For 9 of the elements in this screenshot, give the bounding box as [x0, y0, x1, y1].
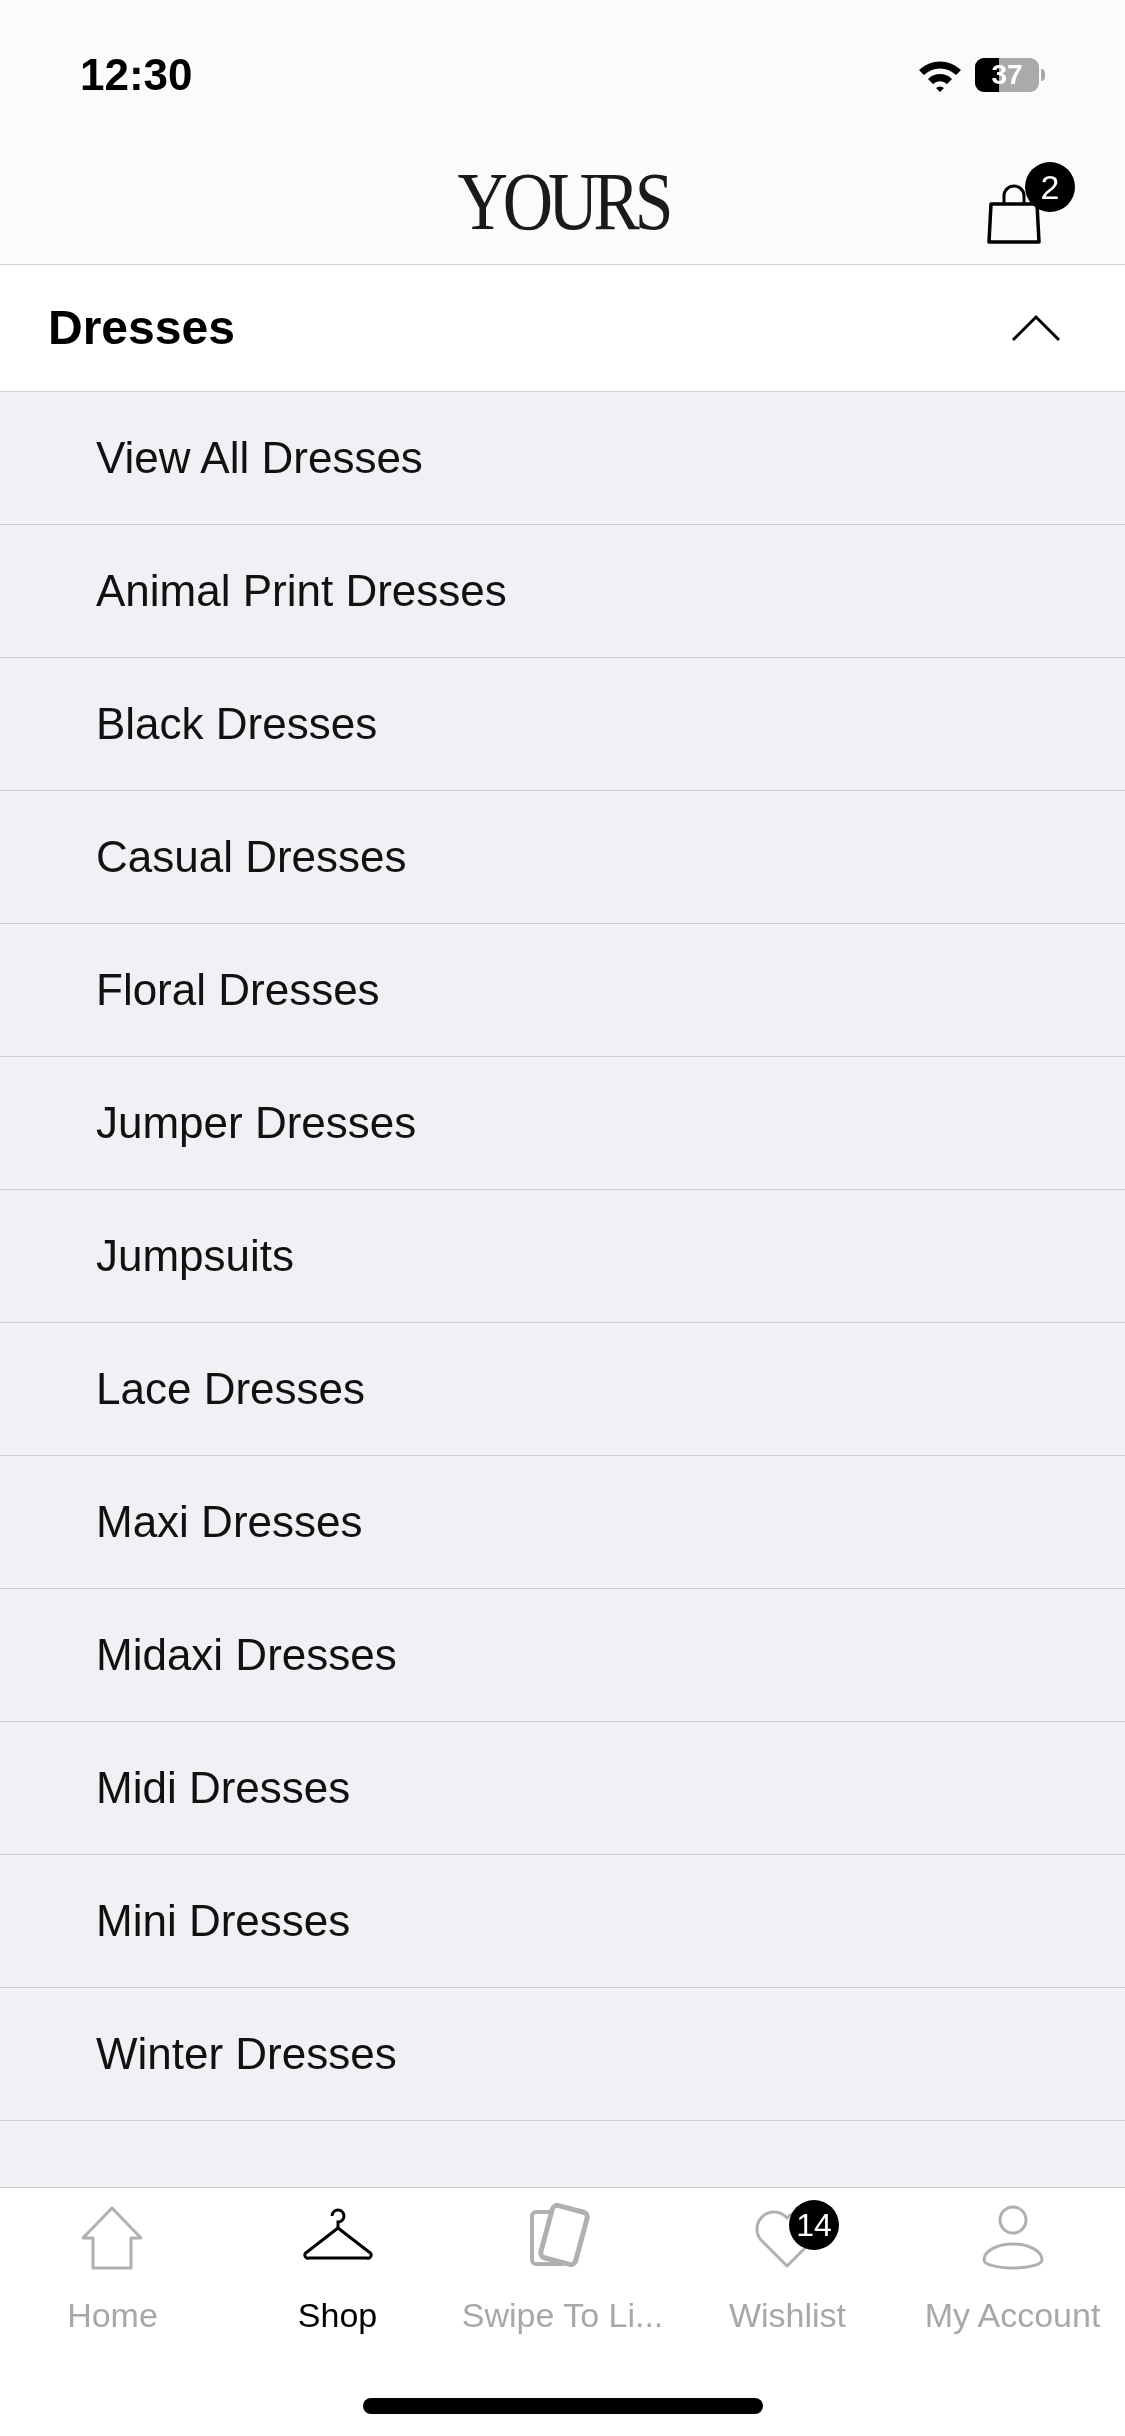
- wifi-icon: [917, 58, 963, 92]
- shopping-bag-icon[interactable]: [985, 182, 1043, 244]
- wishlist-count-badge: 14: [788, 2200, 839, 2250]
- brand-logo: YOURS: [457, 161, 668, 243]
- section-header[interactable]: Dresses: [0, 265, 1125, 392]
- status-time: 12:30: [80, 49, 193, 101]
- tab-item[interactable]: Wishlist 14: [728, 2202, 847, 2341]
- cart-count-badge: 2: [1025, 162, 1075, 212]
- tab-item[interactable]: Shop: [297, 2202, 378, 2341]
